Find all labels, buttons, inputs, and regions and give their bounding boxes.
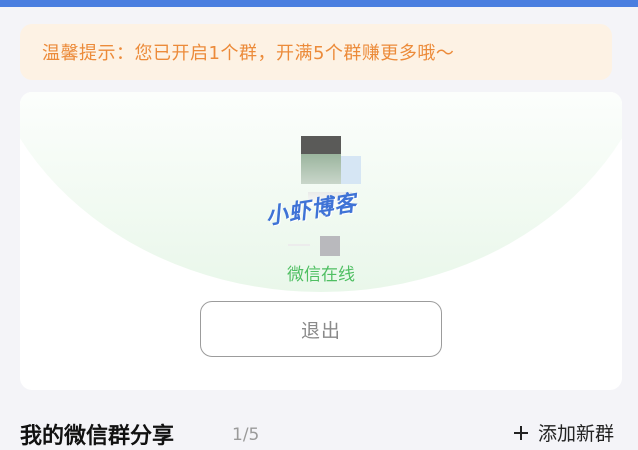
qr-block-blue [341, 156, 361, 184]
wechat-status-card: 小虾博客 微信在线 退出 [20, 92, 622, 390]
tip-banner: 温馨提示：您已开启1个群，开满5个群赚更多哦～ [20, 24, 612, 80]
add-group-button[interactable]: 添加新群 [513, 419, 614, 446]
add-group-label: 添加新群 [537, 423, 614, 445]
logout-button[interactable]: 退出 [200, 301, 442, 357]
avatar [320, 236, 340, 256]
plus-icon [513, 425, 528, 440]
avatar-divider [288, 244, 310, 246]
qr-block-dark [301, 136, 341, 154]
top-accent-bar [0, 0, 638, 7]
group-count: 1/5 [232, 425, 260, 445]
wechat-online-status: 微信在线 [287, 265, 355, 285]
section-title: 我的微信群分享 [20, 424, 175, 449]
qr-block-green [301, 154, 341, 184]
tip-text: 温馨提示：您已开启1个群，开满5个群赚更多哦～ [42, 43, 455, 64]
